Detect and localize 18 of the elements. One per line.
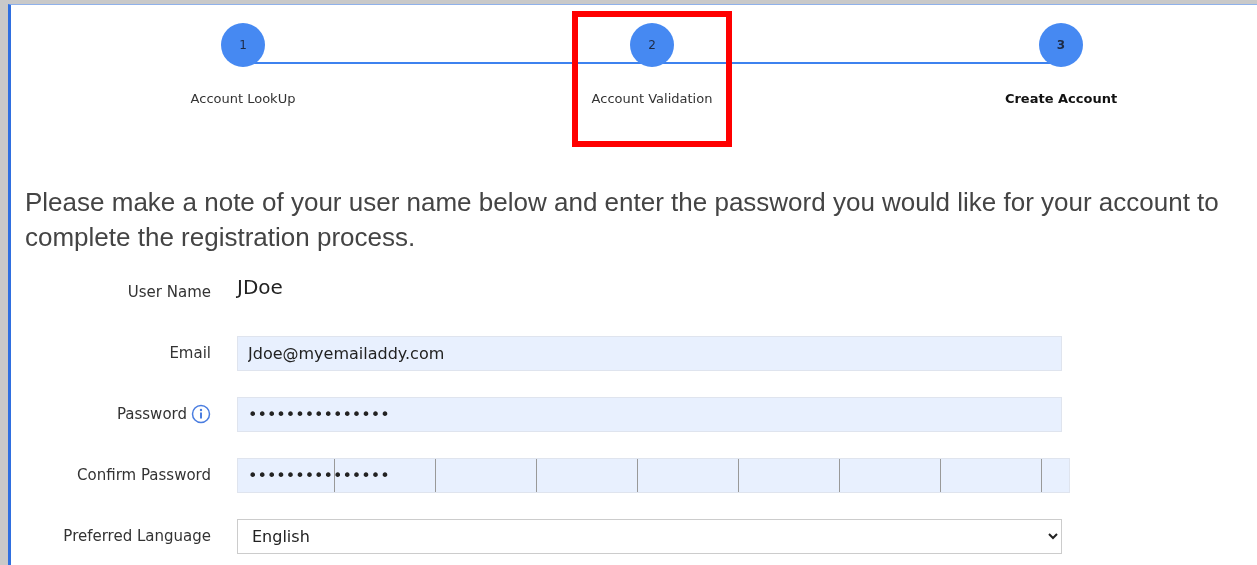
step-circle: 1 (221, 23, 265, 67)
field-label: Confirm Password (77, 466, 211, 484)
input-field[interactable]: Jdoe@myemailaddy.com (237, 336, 1062, 371)
step-label: Create Account (1004, 91, 1118, 106)
user-name-value: JDoe (237, 275, 283, 299)
input-field[interactable]: ••••••••••••••• (237, 397, 1062, 432)
step-label: Account Validation (591, 91, 713, 106)
field-label: Password (116, 405, 187, 423)
input-field[interactable]: ••••••••••••••• (237, 458, 1070, 493)
instruction-text: Please make a note of your user name below and enter the password you would like for your account to complete the registration process. (25, 186, 1220, 254)
step-label: Account LookUp (190, 91, 296, 106)
step-circle: 3 (1039, 23, 1083, 67)
field-label: Email (169, 344, 211, 362)
step-circle: 2 (630, 23, 674, 67)
language-dropdown[interactable]: English (237, 519, 1062, 554)
field-label: User Name (127, 283, 211, 301)
info-icon[interactable] (191, 404, 211, 424)
field-label: Preferred Language (63, 527, 211, 545)
